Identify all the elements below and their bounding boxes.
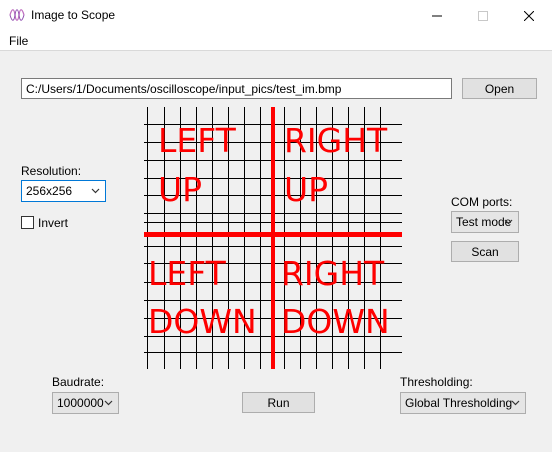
- chevron-down-icon: [104, 400, 113, 406]
- resolution-select[interactable]: 256x256: [21, 180, 106, 202]
- preview-text-right-up-2: UP: [284, 170, 328, 209]
- file-path-field[interactable]: C:/Users/1/Documents/oscilloscope/input_…: [21, 78, 452, 99]
- preview-horizontal-axis: [144, 232, 402, 237]
- scan-button[interactable]: Scan: [451, 241, 519, 262]
- close-icon: [524, 10, 534, 21]
- preview-text-right-up-1: RIGHT: [284, 121, 388, 160]
- minimize-button[interactable]: [414, 0, 460, 31]
- open-button[interactable]: Open: [462, 78, 537, 99]
- window-title: Image to Scope: [31, 8, 116, 22]
- preview-text-right-down-2: DOWN: [281, 302, 390, 341]
- title-bar: Image to Scope: [0, 0, 552, 31]
- invert-label: Invert: [38, 216, 69, 230]
- menu-file[interactable]: File: [9, 34, 28, 48]
- baudrate-select[interactable]: 1000000: [52, 392, 119, 414]
- baudrate-label: Baudrate:: [52, 375, 105, 389]
- minimize-icon: [432, 15, 442, 16]
- maximize-icon: [478, 10, 488, 21]
- image-preview: LEFT UP RIGHT UP LEFT DOWN RIGHT DOWN: [144, 107, 402, 369]
- com-ports-select[interactable]: Test mode: [451, 211, 519, 233]
- preview-text-left-down-2: DOWN: [148, 302, 257, 341]
- resolution-value: 256x256: [26, 184, 73, 198]
- preview-text-left-up-1: LEFT: [158, 121, 237, 160]
- close-button[interactable]: [506, 0, 552, 31]
- preview-text-right-down-1: RIGHT: [281, 254, 385, 293]
- resolution-label: Resolution:: [21, 164, 82, 178]
- app-icon: [9, 9, 25, 21]
- chevron-down-icon: [91, 188, 100, 194]
- run-button[interactable]: Run: [242, 392, 315, 413]
- thresholding-select[interactable]: Global Thresholding: [400, 392, 526, 414]
- chevron-down-icon: [504, 219, 513, 225]
- invert-checkbox[interactable]: [21, 216, 34, 229]
- preview-text-left-down-1: LEFT: [148, 254, 227, 293]
- preview-vertical-axis: [271, 107, 275, 369]
- menu-bar: File: [0, 31, 552, 51]
- com-ports-label: COM ports:: [451, 195, 513, 209]
- preview-text-left-up-2: UP: [158, 170, 202, 209]
- chevron-down-icon: [511, 400, 520, 406]
- thresholding-value: Global Thresholding: [405, 396, 513, 410]
- maximize-button[interactable]: [460, 0, 506, 31]
- thresholding-label: Thresholding:: [400, 375, 473, 389]
